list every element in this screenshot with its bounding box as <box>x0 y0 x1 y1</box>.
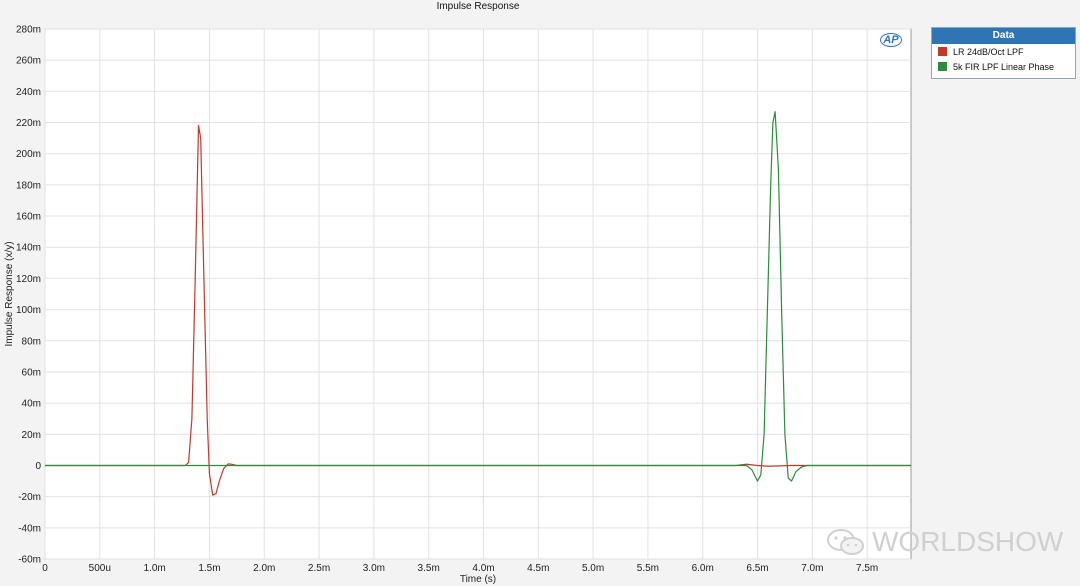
x-axis-title: Time (s) <box>460 574 496 585</box>
legend-label: 5k FIR LPF Linear Phase <box>953 61 1055 72</box>
y-tick-label: 200m <box>16 149 41 160</box>
x-tick-label: 3.5m <box>418 563 440 574</box>
y-tick-label: 260m <box>16 56 41 67</box>
x-tick-label: 1.0m <box>144 563 166 574</box>
legend-label: LR 24dB/Oct LPF <box>953 46 1024 57</box>
y-tick-label: 280m <box>16 25 41 36</box>
y-tick-label: 160m <box>16 212 41 223</box>
y-axis-title: Impulse Response (x/y) <box>4 241 15 346</box>
x-tick-label: 4.5m <box>527 563 549 574</box>
watermark: WORLDSHOW <box>826 526 1063 558</box>
impulse-response-chart: Impulse Response -60m -40m -20m 0 20m 40m 60m 8… <box>4 1 912 585</box>
chart-title: Impulse Response <box>437 1 520 12</box>
legend-swatch-red <box>938 47 947 56</box>
x-tick-label: 6.5m <box>746 563 768 574</box>
y-tick-label: 240m <box>16 87 41 98</box>
x-tick-label: 5.0m <box>582 563 604 574</box>
y-tick-label: -40m <box>18 523 41 534</box>
y-axis-ticks: -60m -40m -20m 0 20m 40m 60m 80m 100m 120m 140m 160… <box>16 25 41 566</box>
x-tick-label: 6.0m <box>692 563 714 574</box>
x-tick-label: 2.0m <box>253 563 275 574</box>
legend-item-fir[interactable]: 5k FIR LPF Linear Phase <box>932 59 1075 74</box>
y-tick-label: 0 <box>35 461 41 472</box>
y-tick-label: 80m <box>22 336 41 347</box>
y-tick-label: 140m <box>16 243 41 254</box>
y-tick-label: -20m <box>18 492 41 503</box>
x-tick-label: 5.5m <box>637 563 659 574</box>
y-tick-label: 220m <box>16 118 41 129</box>
y-tick-label: 100m <box>16 305 41 316</box>
y-tick-label: -60m <box>18 555 41 566</box>
x-tick-label: 4.0m <box>472 563 494 574</box>
legend[interactable]: Data LR 24dB/Oct LPF 5k FIR LPF Linear P… <box>931 27 1076 79</box>
legend-swatch-green <box>938 62 947 71</box>
y-tick-label: 40m <box>22 399 41 410</box>
y-tick-label: 60m <box>22 367 41 378</box>
x-axis-ticks: 0 500u 1.0m 1.5m 2.0m 2.5m 3.0m 3.5m 4.0m 4.5m 5.0… <box>42 563 878 574</box>
x-tick-label: 2.5m <box>308 563 330 574</box>
y-tick-label: 120m <box>16 274 41 285</box>
y-tick-label: 180m <box>16 180 41 191</box>
x-tick-label: 7.5m <box>856 563 878 574</box>
x-tick-label: 0 <box>42 563 48 574</box>
y-tick-label: 20m <box>22 430 41 441</box>
legend-item-lr[interactable]: LR 24dB/Oct LPF <box>932 44 1075 59</box>
x-tick-label: 500u <box>89 563 111 574</box>
legend-header: Data <box>932 28 1075 44</box>
ap-logo-icon: AP <box>880 33 902 47</box>
watermark-text: WORLDSHOW <box>872 526 1064 557</box>
x-tick-label: 3.0m <box>363 563 385 574</box>
wechat-icon <box>827 529 864 555</box>
x-tick-label: 1.5m <box>198 563 220 574</box>
x-tick-label: 7.0m <box>801 563 823 574</box>
